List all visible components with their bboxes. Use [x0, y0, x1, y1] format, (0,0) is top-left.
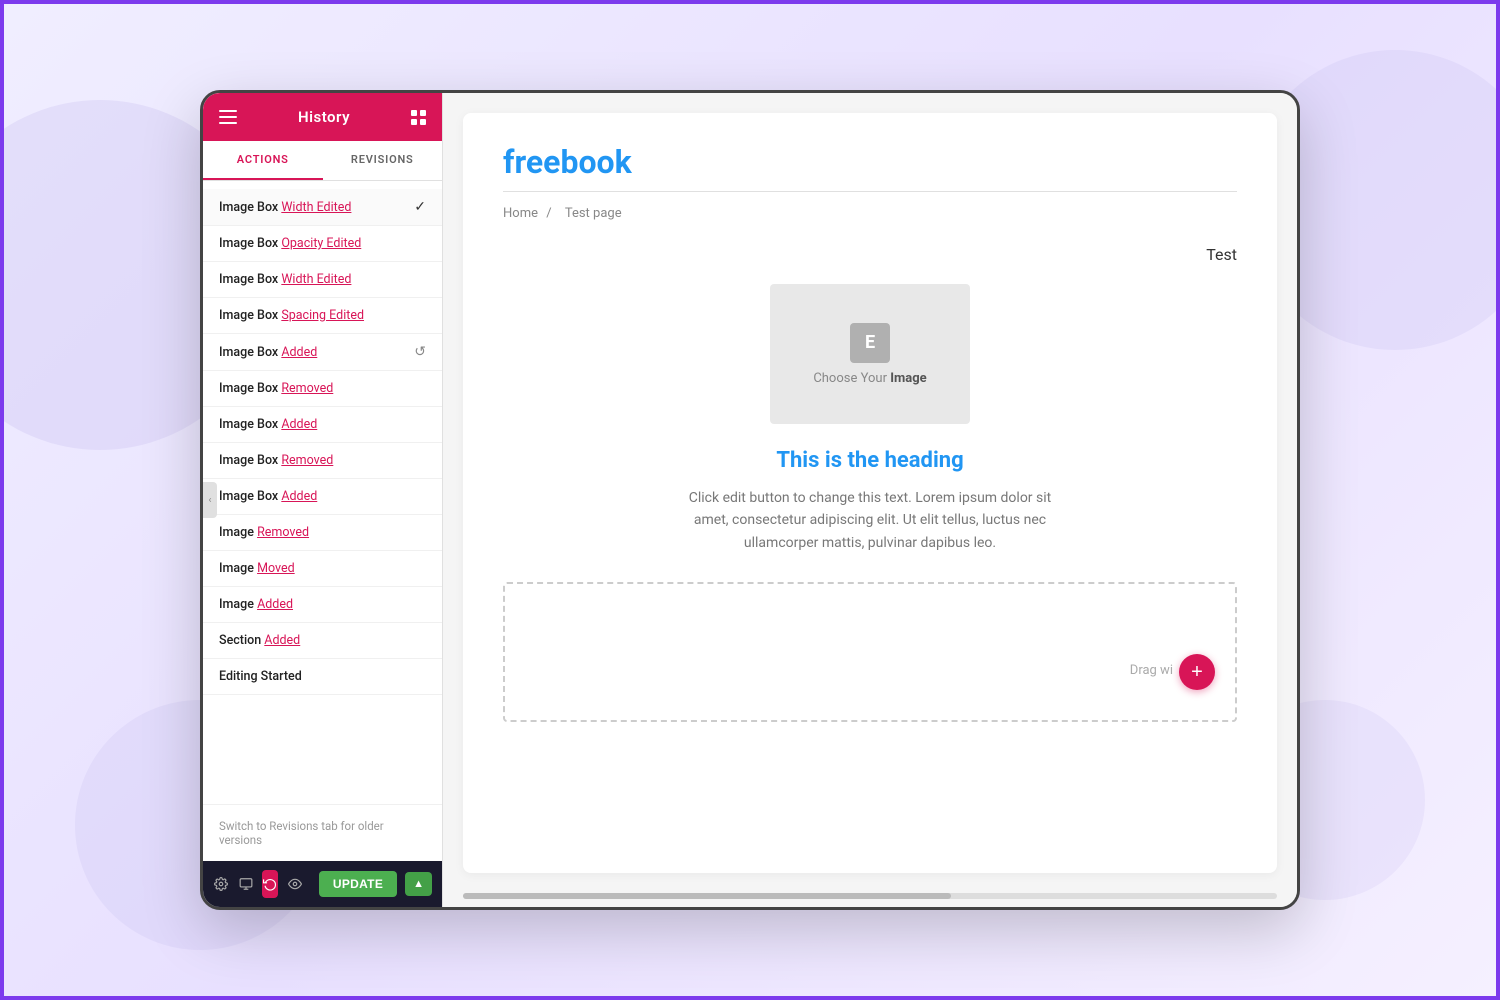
settings-icon-btn[interactable] — [213, 870, 229, 898]
history-component: Image Box — [219, 417, 281, 432]
history-action: Removed — [281, 381, 333, 396]
history-action: Removed — [281, 453, 333, 468]
breadcrumb: Home / Test page — [503, 206, 1237, 221]
history-item[interactable]: Image Box Width Edited — [203, 262, 442, 298]
check-icon: ✓ — [414, 199, 426, 215]
history-list: Image Box Width Edited ✓ Image Box Opaci… — [203, 181, 442, 804]
hamburger-icon[interactable] — [219, 110, 237, 124]
history-item[interactable]: Editing Started — [203, 659, 442, 695]
history-action: Added — [264, 633, 300, 648]
history-component: Image Box — [219, 381, 281, 396]
breadcrumb-separator: / — [546, 206, 551, 221]
history-item-text: Image Box Added — [219, 417, 426, 432]
history-component: Image — [219, 597, 257, 612]
history-item-text: Image Box Added — [219, 345, 414, 360]
history-item-text: Image Box Spacing Edited — [219, 308, 426, 323]
history-item[interactable]: Image Box Width Edited ✓ — [203, 189, 442, 226]
update-arrow-button[interactable]: ▲ — [405, 872, 432, 896]
history-component: Image Box — [219, 272, 281, 287]
history-item[interactable]: Image Removed — [203, 515, 442, 551]
history-item[interactable]: Image Box Added — [203, 479, 442, 515]
history-item[interactable]: Image Box Removed — [203, 371, 442, 407]
undo-icon[interactable]: ↺ — [414, 344, 426, 360]
history-item-text: Image Moved — [219, 561, 426, 576]
drag-widget-text: Drag wi — [1130, 663, 1173, 678]
image-box-widget: E Choose Your Image This is the heading … — [503, 284, 1237, 554]
scroll-bar — [463, 893, 1277, 899]
history-component: Editing Started — [219, 669, 302, 684]
sidebar: History ACTIONS REVISIONS Image Box Widt… — [203, 93, 443, 907]
history-item-text: Image Removed — [219, 525, 426, 540]
tab-revisions[interactable]: REVISIONS — [323, 141, 443, 180]
sidebar-header: History — [203, 93, 442, 141]
content-divider — [503, 191, 1237, 192]
history-action: Added — [257, 597, 293, 612]
history-item[interactable]: Image Added — [203, 587, 442, 623]
section-label: Test — [503, 245, 1237, 264]
history-item[interactable]: Image Box Removed — [203, 443, 442, 479]
history-item-text: Image Box Opacity Edited — [219, 236, 426, 251]
history-item-text: Image Box Removed — [219, 381, 426, 396]
elementor-icon-letter: E — [865, 332, 875, 353]
history-item-text: Image Box Removed — [219, 453, 426, 468]
history-component: Image Box — [219, 308, 281, 323]
eye-icon-btn[interactable] — [286, 870, 302, 898]
breadcrumb-home[interactable]: Home — [503, 206, 538, 221]
image-placeholder[interactable]: E Choose Your Image — [770, 284, 970, 424]
tab-actions[interactable]: ACTIONS — [203, 141, 323, 180]
content-area: freebook Home / Test page Test E Choose … — [463, 113, 1277, 873]
history-component: Image — [219, 525, 257, 540]
history-component: Image — [219, 561, 257, 576]
history-component: Image Box — [219, 236, 281, 251]
history-item[interactable]: Image Box Added — [203, 407, 442, 443]
sidebar-tabs: ACTIONS REVISIONS — [203, 141, 442, 181]
collapse-toggle[interactable]: ‹ — [203, 482, 217, 518]
sidebar-toolbar: UPDATE ▲ — [203, 861, 442, 907]
history-action: Added — [281, 345, 317, 360]
history-item-text: Image Box Width Edited — [219, 272, 426, 287]
history-item-text: Section Added — [219, 633, 426, 648]
scroll-thumb[interactable] — [463, 893, 951, 899]
history-action: Width Edited — [281, 272, 351, 287]
history-action: Removed — [257, 525, 309, 540]
history-action: Added — [281, 489, 317, 504]
history-action: Spacing Edited — [281, 308, 364, 323]
main-content: freebook Home / Test page Test E Choose … — [443, 93, 1297, 907]
widget-description: Click edit button to change this text. L… — [680, 487, 1060, 554]
history-item[interactable]: Image Moved — [203, 551, 442, 587]
history-component: Section — [219, 633, 264, 648]
history-item-text: Image Box Added — [219, 489, 426, 504]
history-component: Image Box — [219, 200, 281, 215]
history-action: Added — [281, 417, 317, 432]
history-item-text: Image Added — [219, 597, 426, 612]
history-footer-note: Switch to Revisions tab for older versio… — [203, 804, 442, 861]
history-component: Image Box — [219, 345, 281, 360]
history-action: Opacity Edited — [281, 236, 361, 251]
site-title: freebook — [503, 143, 1237, 181]
choose-image-prefix: Choose Your — [813, 371, 890, 386]
history-item[interactable]: Section Added — [203, 623, 442, 659]
history-icon-btn[interactable] — [262, 870, 278, 898]
history-item-text: Editing Started — [219, 669, 426, 684]
update-button[interactable]: UPDATE — [319, 871, 397, 897]
history-item[interactable]: Image Box Opacity Edited — [203, 226, 442, 262]
history-item-text: Image Box Width Edited — [219, 200, 414, 215]
elementor-icon: E — [850, 323, 890, 363]
breadcrumb-current: Test page — [565, 206, 622, 221]
history-item[interactable]: Image Box Spacing Edited — [203, 298, 442, 334]
history-component: Image Box — [219, 453, 281, 468]
history-action: Moved — [257, 561, 295, 576]
grid-icon[interactable] — [411, 110, 426, 125]
history-action: Width Edited — [281, 200, 351, 215]
history-component: Image Box — [219, 489, 281, 504]
add-section-button[interactable]: + — [1179, 654, 1215, 690]
choose-image-bold: Image — [890, 371, 926, 386]
history-item[interactable]: Image Box Added ↺ — [203, 334, 442, 371]
widget-heading: This is the heading — [776, 448, 963, 473]
empty-section: + Drag wi — [503, 582, 1237, 722]
sidebar-title: History — [298, 108, 350, 126]
desktop-icon-btn[interactable] — [237, 870, 253, 898]
image-placeholder-text: Choose Your Image — [813, 371, 926, 386]
